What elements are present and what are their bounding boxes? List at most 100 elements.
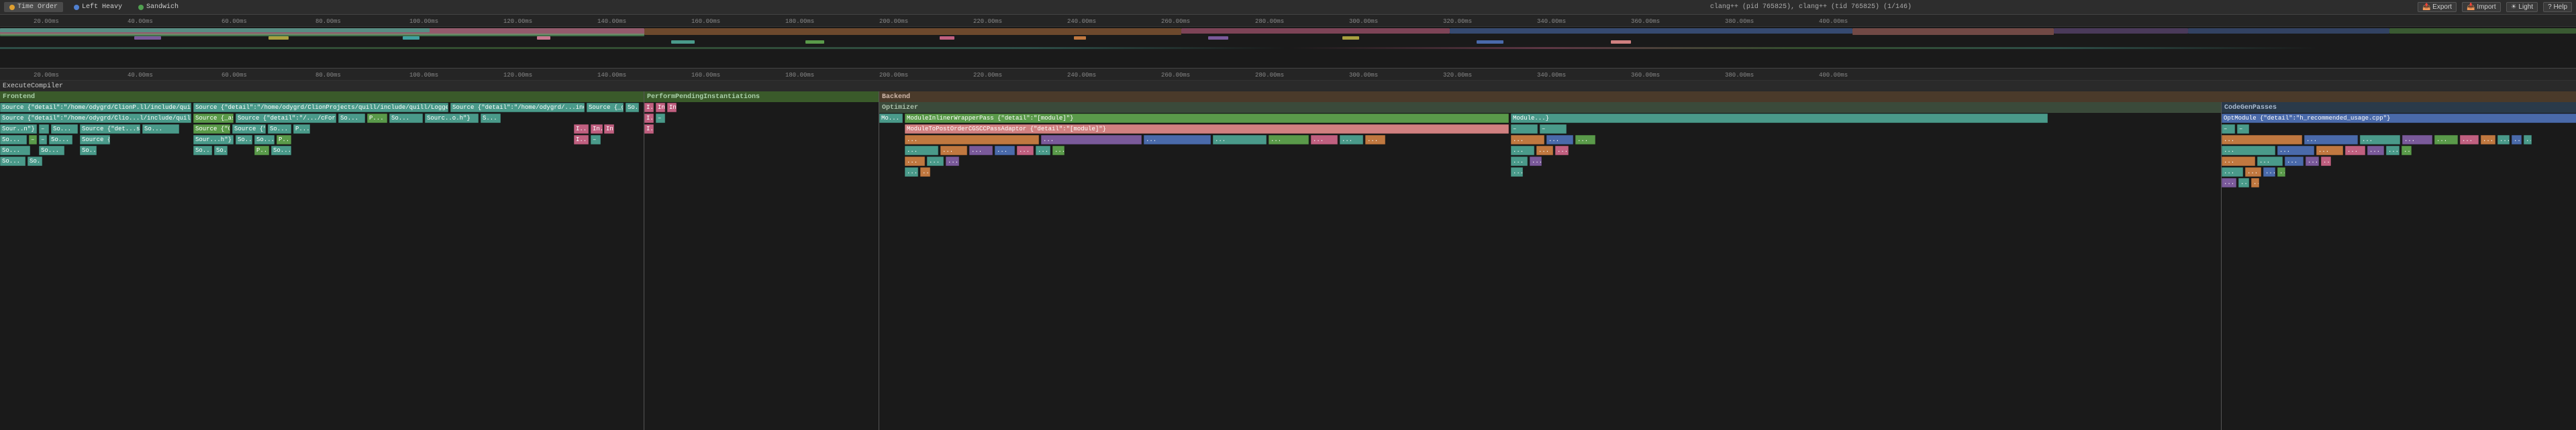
so-r4-2[interactable]: – (39, 135, 47, 144)
opt-r3-3[interactable]: ... (1144, 135, 1211, 144)
source-r4-det[interactable]: Source {"det...} (80, 135, 110, 144)
opt-dash1[interactable]: – (1511, 124, 1538, 134)
source-block-ono[interactable]: So... (626, 103, 639, 112)
opt-r4-r3[interactable]: ... (1555, 146, 1569, 155)
source-block-0de3[interactable]: Source {"0de.3/memory} (193, 124, 230, 134)
opt-r5-3[interactable]: ... (946, 157, 959, 166)
cg-r6-1[interactable]: ... (2222, 167, 2243, 177)
cg-r3-7[interactable]: ... (2481, 135, 2495, 144)
so-r4-6[interactable]: P... (277, 135, 291, 144)
so-r5-1[interactable]: So... (0, 146, 30, 155)
dash2[interactable]: – (29, 135, 37, 144)
cg-r4-6[interactable]: ... (2386, 146, 2399, 155)
source-block-logmacros[interactable]: Source {"detail":"/home/odygrd/ClionP.ll… (0, 103, 191, 112)
cg-r4-5[interactable]: ... (2367, 146, 2384, 155)
opt-r4-6[interactable]: ... (1036, 146, 1050, 155)
in4[interactable]: I... (574, 135, 589, 144)
cg-r3-9[interactable]: ... (2512, 135, 2522, 144)
opt-r5-r2[interactable]: ... (1530, 157, 1542, 166)
so-r4-5[interactable]: So... (254, 135, 275, 144)
export-button[interactable]: 📤 Export (2418, 2, 2457, 12)
opt-r4-1[interactable]: ... (905, 146, 938, 155)
pend-in5[interactable]: I... (644, 124, 654, 134)
opt-module-inliner[interactable]: ModuleInlinerWrapperPass {"detail":"[mod… (905, 114, 1509, 123)
source-so-r[interactable]: So... (268, 124, 291, 134)
cg-r2-2[interactable]: – (2237, 124, 2249, 134)
source-r4-sourh[interactable]: Sour...h"} (193, 135, 234, 144)
cg-r7-2[interactable]: ... (2238, 178, 2249, 187)
opt-r3-4[interactable]: ... (1213, 135, 1267, 144)
source-block-codc[interactable]: Sourc..o.h"} (425, 114, 479, 123)
cg-r7-3[interactable]: ... (2251, 178, 2259, 187)
cg-r3-3[interactable]: ... (2360, 135, 2400, 144)
cg-r4-1[interactable]: ... (2222, 146, 2275, 155)
in1[interactable]: I... (574, 124, 589, 134)
cg-r2-1[interactable]: – (2222, 124, 2235, 134)
source-block-p1[interactable]: P... (367, 114, 387, 123)
in3[interactable]: In... (604, 124, 614, 134)
so-r4-3[interactable]: So... (49, 135, 72, 144)
cg-r3-5[interactable]: ... (2434, 135, 2458, 144)
in2[interactable]: In... (591, 124, 603, 134)
cg-r5-3[interactable]: ... (2285, 157, 2303, 166)
opt-r5-r1[interactable]: ... (1511, 157, 1528, 166)
opt-r3-1[interactable]: ... (905, 135, 1039, 144)
opt-r4-5[interactable]: ... (1017, 146, 1034, 155)
timeline-tracks[interactable] (0, 27, 2576, 69)
pend-in2[interactable]: In... (656, 103, 665, 112)
so-r5-6[interactable]: P... (254, 146, 269, 155)
opt-r4-r1[interactable]: ... (1511, 146, 1534, 155)
so-r5-3[interactable]: So... (80, 146, 97, 155)
opt-r3-7[interactable]: ... (1340, 135, 1363, 144)
opt-r3-r1[interactable]: ... (1511, 135, 1544, 144)
tab-sandwich[interactable]: Sandwich (133, 2, 184, 12)
source-block-sl[interactable]: S... (481, 114, 501, 123)
source-block-formatArgStore[interactable]: Source {"detail":"/.../cFormatArgStore.h… (236, 114, 336, 123)
source-block-so2[interactable]: So... (389, 114, 423, 123)
source-so4[interactable]: So... (142, 124, 179, 134)
source-bl-inc[interactable]: Source {"0de/include} (232, 124, 266, 134)
opt-r3-r2[interactable]: ... (1546, 135, 1573, 144)
cg-r6-3[interactable]: ... (2263, 167, 2275, 177)
cg-r4-4[interactable]: ... (2345, 146, 2365, 155)
opt-r3-2[interactable]: ... (1041, 135, 1142, 144)
cg-r5-2[interactable]: ... (2257, 157, 2283, 166)
source-block-ger[interactable]: Source {_ger.h"} (587, 103, 624, 112)
cg-r3-10[interactable]: ... (2524, 135, 2532, 144)
help-button[interactable]: ? Help (2543, 2, 2572, 12)
opt-r3-8[interactable]: ... (1365, 135, 1385, 144)
opt-r4-2[interactable]: ... (940, 146, 967, 155)
cg-r3-1[interactable]: ... (2222, 135, 2302, 144)
cg-r4-3[interactable]: ... (2316, 146, 2343, 155)
opt-r4-7[interactable]: ... (1052, 146, 1064, 155)
source-detail-string[interactable]: Source {"det...s_string.h"} (80, 124, 140, 134)
cg-r5-1[interactable]: ... (2222, 157, 2255, 166)
opt-r3-5[interactable]: ... (1269, 135, 1309, 144)
timeline-container[interactable]: 20.00ms 40.00ms 60.00ms 80.00ms 100.00ms… (0, 15, 2576, 69)
cg-r3-8[interactable]: ... (2497, 135, 2510, 144)
opt-r4-3[interactable]: ... (969, 146, 993, 155)
cg-r6-2[interactable]: ... (2245, 167, 2261, 177)
opt-r6-r1[interactable]: ... (1511, 167, 1523, 177)
tab-time-order[interactable]: Time Order (4, 2, 63, 12)
source-block-so1[interactable]: So... (338, 114, 365, 123)
cg-r7-1[interactable]: ... (2222, 178, 2236, 187)
so-r6-1[interactable]: So... (0, 157, 26, 166)
opt-r4-4[interactable]: ... (995, 146, 1015, 155)
opt-dash2[interactable]: – (1540, 124, 1567, 134)
so-r4-1[interactable]: So... (0, 135, 27, 144)
opt-module-block[interactable]: OptModule {"detail":"h_recommended_usage… (2222, 114, 2576, 123)
cg-r6-4[interactable]: ... (2277, 167, 2285, 177)
cg-r4-2[interactable]: ... (2277, 146, 2314, 155)
opt-r5-2[interactable]: ... (927, 157, 944, 166)
source-block-codec[interactable]: Source {"detail":"/home/odygrd/...includ… (450, 103, 585, 112)
so-r5-4[interactable]: So... (193, 146, 212, 155)
so-r5-2[interactable]: So... (39, 146, 64, 155)
source-block-sour-n[interactable]: Sour..n"} (0, 124, 37, 134)
so-r6-2[interactable]: So... (28, 157, 42, 166)
cg-r3-2[interactable]: ... (2304, 135, 2358, 144)
opt-r3-6[interactable]: ... (1311, 135, 1338, 144)
opt-mo1[interactable]: Mo... (879, 114, 903, 123)
tab-left-heavy[interactable]: Left Heavy (68, 2, 128, 12)
source-so3[interactable]: So... (51, 124, 78, 134)
